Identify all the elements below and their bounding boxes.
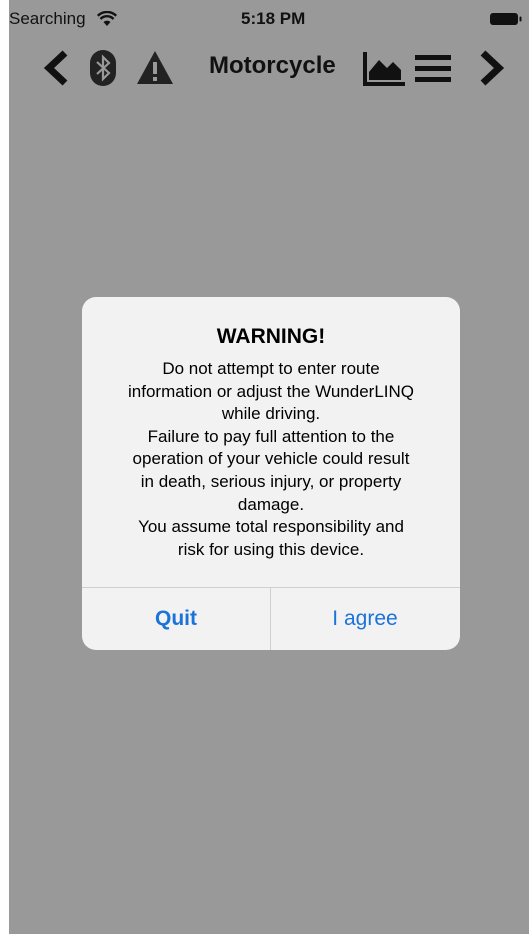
alert-message-line: Do not attempt to enter route <box>162 359 380 378</box>
agree-button[interactable]: I agree <box>271 588 459 650</box>
alert-message: Do not attempt to enter route informatio… <box>96 358 446 561</box>
carrier-label: Searching <box>9 9 86 28</box>
warning-icon[interactable] <box>135 48 175 88</box>
alert-message-line: risk for using this device. <box>177 539 365 559</box>
alert-message-line: damage. <box>237 494 305 514</box>
screen: Searching 5:18 PM Motorcycle WARNING! Do… <box>9 0 529 934</box>
alert-message-line: in death, serious injury, or property <box>140 471 402 491</box>
status-bar: Searching 5:18 PM <box>9 0 529 34</box>
alert-message-line: information or adjust the WunderLINQ <box>128 381 414 401</box>
alert-message-line: You assume total responsibility and <box>138 517 404 537</box>
quit-button[interactable]: Quit <box>82 588 270 650</box>
menu-icon[interactable] <box>413 48 453 88</box>
wifi-icon <box>97 11 117 26</box>
page-title: Motorcycle <box>209 52 336 79</box>
nav-bar: Motorcycle <box>9 40 529 94</box>
chevron-right-icon[interactable] <box>475 48 509 88</box>
clock: 5:18 PM <box>241 9 306 28</box>
alert-message-line: Failure to pay full attention to the <box>147 426 395 446</box>
chevron-left-icon[interactable] <box>39 48 73 88</box>
alert-message-line: while driving. <box>221 404 321 424</box>
bluetooth-icon[interactable] <box>89 48 117 88</box>
alert-message-line: operation of your vehicle could result <box>132 449 410 469</box>
chart-icon[interactable] <box>361 48 407 88</box>
warning-alert: WARNING! Do not attempt to enter route i… <box>82 297 460 650</box>
battery-icon <box>490 13 522 25</box>
alert-title: WARNING! <box>216 325 326 348</box>
